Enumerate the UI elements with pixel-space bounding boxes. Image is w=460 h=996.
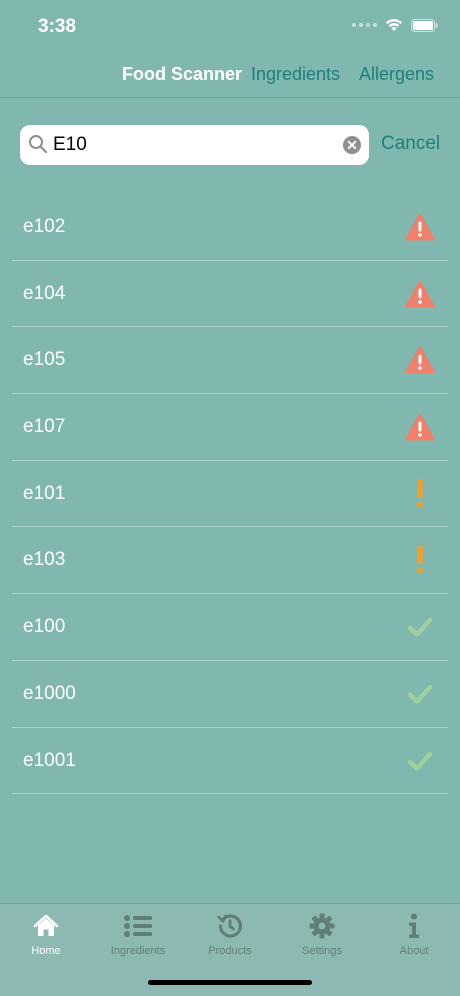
- warning-triangle-icon: [404, 278, 436, 310]
- tab-about[interactable]: About: [368, 912, 460, 957]
- result-row-e1001[interactable]: e1001: [12, 728, 448, 795]
- warning-triangle-icon: [404, 344, 436, 376]
- result-row-e102[interactable]: e102: [12, 194, 448, 261]
- status-bar: 3:38: [0, 0, 460, 56]
- home-icon: [0, 912, 92, 940]
- cancel-button[interactable]: Cancel: [381, 133, 440, 155]
- info-icon: [368, 912, 460, 940]
- signal-icon: [352, 23, 377, 27]
- result-row-e101[interactable]: e101: [12, 461, 448, 528]
- tab-ingredients[interactable]: Ingredients: [92, 912, 184, 957]
- warning-triangle-icon: [404, 411, 436, 443]
- result-row-e1000[interactable]: e1000: [12, 661, 448, 728]
- warning-triangle-icon: [404, 211, 436, 243]
- result-label: e1000: [23, 682, 76, 704]
- home-indicator: [148, 980, 312, 985]
- search-icon: [29, 135, 48, 154]
- result-label: e103: [23, 549, 66, 571]
- history-icon: [184, 912, 276, 940]
- search-input[interactable]: [53, 125, 333, 165]
- result-row-e105[interactable]: e105: [12, 327, 448, 395]
- tab-label: Home: [31, 945, 61, 957]
- result-row-e107[interactable]: e107: [12, 394, 448, 461]
- result-row-e104[interactable]: e104: [12, 261, 448, 328]
- result-label: e1001: [23, 749, 76, 771]
- nav-link-allergens[interactable]: Allergens: [359, 64, 434, 85]
- search-box[interactable]: [20, 125, 369, 165]
- tab-settings[interactable]: Settings: [276, 912, 368, 957]
- exclamation-icon: [404, 478, 436, 510]
- battery-icon: [411, 18, 438, 32]
- result-label: e100: [23, 616, 66, 638]
- gear-icon: [276, 912, 368, 940]
- result-row-e103[interactable]: e103: [12, 527, 448, 595]
- tab-home[interactable]: Home: [0, 912, 92, 957]
- top-nav: Food Scanner Ingredients Allergens: [0, 56, 460, 98]
- result-label: e102: [23, 216, 66, 237]
- checkmark-icon: [404, 745, 436, 777]
- result-label: e101: [23, 482, 66, 504]
- nav-title-food-scanner[interactable]: Food Scanner: [122, 64, 242, 85]
- result-list: e102 e104 e105 e107 e101 e103 e100 e1000 e1001: [12, 194, 448, 795]
- checkmark-icon: [404, 678, 436, 710]
- result-label: e105: [23, 349, 66, 371]
- exclamation-icon: [404, 544, 436, 576]
- result-row-e100[interactable]: e100: [12, 594, 448, 661]
- result-label: e104: [23, 282, 66, 304]
- tab-label: Settings: [302, 945, 342, 957]
- tab-label: Products: [208, 945, 252, 957]
- tab-label: About: [399, 945, 429, 957]
- checkmark-icon: [404, 611, 436, 643]
- wifi-icon: [386, 19, 402, 31]
- status-time: 3:38: [38, 16, 77, 37]
- tab-label: Ingredients: [110, 945, 166, 957]
- result-label: e107: [23, 416, 66, 438]
- nav-link-ingredients[interactable]: Ingredients: [251, 64, 340, 85]
- tab-products[interactable]: Products: [184, 912, 276, 957]
- status-icons: [352, 18, 438, 32]
- clear-search-icon[interactable]: [343, 136, 361, 154]
- list-icon: [92, 912, 184, 940]
- search-row: Cancel: [20, 125, 450, 165]
